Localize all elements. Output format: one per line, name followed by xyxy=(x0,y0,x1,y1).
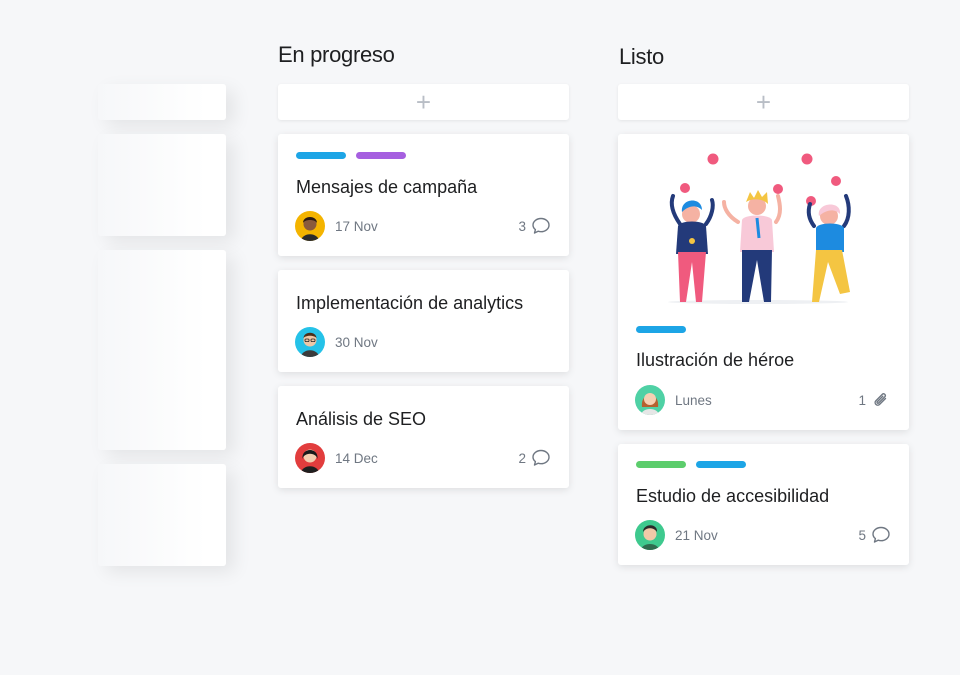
due-date: 17 Nov xyxy=(335,218,378,234)
column-title-listo: Listo xyxy=(619,44,664,69)
plus-icon: + xyxy=(415,87,432,117)
ghost-card xyxy=(98,464,226,566)
task-card[interactable]: Ilustración de héroe Lunes 1 xyxy=(618,134,909,430)
card-title: Mensajes de campaña xyxy=(296,177,478,197)
avatar xyxy=(295,211,325,241)
column-title-en-progreso: En progreso xyxy=(278,42,395,67)
ghost-card xyxy=(98,134,226,236)
avatar xyxy=(295,327,325,357)
attachment-count: 1 xyxy=(858,392,866,408)
tag-blue xyxy=(636,326,686,333)
comment-count: 3 xyxy=(518,218,526,234)
tag-blue xyxy=(296,152,346,159)
comment-count: 2 xyxy=(518,450,526,466)
due-date: Lunes xyxy=(675,392,712,408)
task-card[interactable]: Análisis de SEO 14 Dec 2 xyxy=(278,386,569,488)
card-title: Estudio de accesibilidad xyxy=(636,486,830,506)
avatar xyxy=(635,385,665,415)
tag-list xyxy=(296,152,406,159)
tag-list xyxy=(636,461,746,468)
comment-icon[interactable] xyxy=(530,215,552,237)
due-date: 14 Dec xyxy=(335,450,378,466)
add-card-button[interactable]: + xyxy=(618,84,909,120)
avatar xyxy=(635,520,665,550)
tag-list xyxy=(636,326,686,333)
tag-blue xyxy=(696,461,746,468)
paperclip-icon[interactable] xyxy=(870,389,892,411)
tag-purple xyxy=(356,152,406,159)
comment-icon[interactable] xyxy=(870,524,892,546)
due-date: 21 Nov xyxy=(675,527,718,543)
task-card[interactable]: Estudio de accesibilidad 21 Nov 5 xyxy=(618,444,909,565)
comment-count: 5 xyxy=(858,527,866,543)
comment-icon[interactable] xyxy=(530,447,552,469)
plus-icon: + xyxy=(755,87,772,117)
card-title: Análisis de SEO xyxy=(296,409,427,429)
card-title: Implementación de analytics xyxy=(296,293,524,313)
task-card[interactable]: Mensajes de campaña 17 Nov 3 xyxy=(278,134,569,256)
ghost-add-button xyxy=(98,84,226,120)
task-card[interactable]: Implementación de analytics 30 Nov xyxy=(278,270,569,372)
card-title: Ilustración de héroe xyxy=(636,350,795,370)
ghost-card xyxy=(98,250,226,450)
avatar xyxy=(295,443,325,473)
celebration-illustration xyxy=(668,153,851,304)
tag-green xyxy=(636,461,686,468)
due-date: 30 Nov xyxy=(335,334,378,350)
add-card-button[interactable]: + xyxy=(278,84,569,120)
